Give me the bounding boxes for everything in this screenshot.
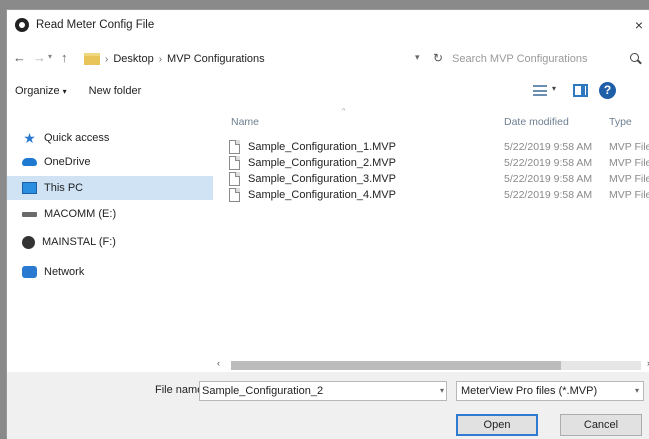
file-date: 5/22/2019 9:58 AM bbox=[504, 189, 593, 201]
title-bar: Read Meter Config File × bbox=[7, 10, 649, 40]
scroll-left-icon[interactable]: ‹ bbox=[217, 358, 220, 368]
search-input[interactable]: Search MVP Configurations bbox=[452, 53, 629, 65]
file-type-value: MeterView Pro files (*.MVP) bbox=[461, 385, 598, 397]
file-row[interactable]: Sample_Configuration_1.MVP 5/22/2019 9:5… bbox=[217, 140, 649, 155]
search-box[interactable]: Search MVP Configurations bbox=[449, 48, 647, 70]
sort-indicator-icon: ^ bbox=[342, 108, 346, 115]
navigation-row: ← → ▾ ↑ › Desktop › MVP Configurations ▾… bbox=[7, 46, 649, 72]
network-icon bbox=[22, 266, 37, 278]
scrollbar-thumb[interactable] bbox=[231, 361, 561, 370]
sidebar-item-onedrive[interactable]: OneDrive bbox=[7, 150, 213, 174]
sidebar-item-macomm-drive[interactable]: MACOMM (E:) bbox=[7, 202, 213, 226]
cancel-button[interactable]: Cancel bbox=[560, 414, 642, 436]
preview-pane-icon[interactable] bbox=[573, 84, 588, 97]
file-date: 5/22/2019 9:58 AM bbox=[504, 141, 593, 153]
organize-label: Organize bbox=[15, 85, 60, 97]
file-icon bbox=[229, 140, 240, 154]
back-arrow-icon[interactable]: ← bbox=[13, 50, 26, 65]
sidebar-item-label: This PC bbox=[44, 182, 84, 194]
file-type-dropdown-icon[interactable]: ▾ bbox=[635, 382, 639, 400]
file-icon bbox=[229, 172, 240, 186]
file-name-value: Sample_Configuration_2 bbox=[202, 385, 324, 397]
up-arrow-icon[interactable]: ↑ bbox=[61, 50, 68, 65]
close-button[interactable]: × bbox=[631, 16, 647, 34]
view-options-chevron-icon[interactable]: ▾ bbox=[552, 84, 556, 93]
file-date: 5/22/2019 9:58 AM bbox=[504, 157, 593, 169]
sidebar-item-label: Quick access bbox=[44, 132, 110, 144]
breadcrumb-mvp-configurations[interactable]: MVP Configurations bbox=[167, 53, 265, 65]
column-header-date-modified[interactable]: Date modified bbox=[504, 116, 569, 128]
sidebar-item-quick-access[interactable]: ★ Quick access bbox=[7, 126, 213, 150]
sidebar-item-network[interactable]: Network bbox=[7, 260, 213, 284]
folder-icon bbox=[84, 53, 100, 65]
organize-button[interactable]: Organize ▾ bbox=[15, 85, 67, 97]
cloud-icon bbox=[22, 158, 37, 166]
file-name-dropdown-icon[interactable]: ▾ bbox=[440, 382, 444, 400]
file-icon bbox=[229, 156, 240, 170]
sidebar-item-mainstal-drive[interactable]: MAINSTAL (F:) bbox=[7, 230, 213, 254]
column-header-name[interactable]: Name bbox=[231, 116, 259, 128]
open-file-dialog: Read Meter Config File × ← → ▾ ↑ › Deskt… bbox=[6, 9, 649, 439]
navigation-pane: ★ Quick access OneDrive This PC MACOMM (… bbox=[7, 108, 213, 366]
file-date: 5/22/2019 9:58 AM bbox=[504, 173, 593, 185]
recent-locations-chevron-icon[interactable]: ▾ bbox=[48, 52, 52, 61]
command-bar: Organize ▾ New folder ▾ ? bbox=[7, 80, 649, 102]
address-dropdown-chevron-icon[interactable]: ▾ bbox=[415, 52, 420, 63]
forward-arrow-icon[interactable]: → bbox=[33, 50, 46, 65]
sidebar-item-label: MAINSTAL (F:) bbox=[42, 236, 116, 248]
file-name: Sample_Configuration_4.MVP bbox=[248, 189, 396, 201]
file-row[interactable]: Sample_Configuration_2.MVP 5/22/2019 9:5… bbox=[217, 156, 649, 171]
breadcrumb-separator-icon: › bbox=[105, 53, 109, 65]
file-icon bbox=[229, 188, 240, 202]
change-view-icon[interactable] bbox=[533, 85, 547, 96]
drive-icon bbox=[22, 211, 37, 217]
sidebar-item-label: OneDrive bbox=[44, 156, 91, 168]
app-icon bbox=[15, 18, 29, 32]
breadcrumb-desktop[interactable]: Desktop bbox=[113, 53, 153, 65]
horizontal-scrollbar[interactable]: ‹ › bbox=[217, 358, 649, 372]
scrollbar-track[interactable] bbox=[231, 361, 641, 370]
file-type: MVP File bbox=[609, 141, 649, 153]
search-icon[interactable] bbox=[629, 52, 643, 66]
file-type: MVP File bbox=[609, 189, 649, 201]
sidebar-item-label: MACOMM (E:) bbox=[44, 208, 117, 220]
window-title: Read Meter Config File bbox=[36, 19, 155, 31]
file-name: Sample_Configuration_3.MVP bbox=[248, 173, 396, 185]
file-name: Sample_Configuration_2.MVP bbox=[248, 157, 396, 169]
open-button[interactable]: Open bbox=[456, 414, 538, 436]
file-type-select[interactable]: MeterView Pro files (*.MVP) ▾ bbox=[456, 381, 644, 401]
file-type: MVP File bbox=[609, 173, 649, 185]
star-icon: ★ bbox=[23, 130, 36, 146]
dialog-footer: File name: Sample_Configuration_2 ▾ Mete… bbox=[7, 372, 649, 439]
disc-icon bbox=[22, 235, 35, 249]
file-type: MVP File bbox=[609, 157, 649, 169]
column-header-type[interactable]: Type bbox=[609, 116, 632, 128]
address-bar[interactable]: › Desktop › MVP Configurations ▾ ↻ bbox=[81, 48, 463, 70]
sidebar-item-this-pc[interactable]: This PC bbox=[7, 176, 213, 200]
sidebar-item-label: Network bbox=[44, 266, 85, 278]
file-row[interactable]: Sample_Configuration_3.MVP 5/22/2019 9:5… bbox=[217, 172, 649, 187]
help-icon[interactable]: ? bbox=[599, 82, 616, 99]
file-name-input[interactable]: Sample_Configuration_2 ▾ bbox=[199, 381, 447, 401]
refresh-icon[interactable]: ↻ bbox=[433, 51, 443, 65]
breadcrumb-separator-icon: › bbox=[158, 53, 163, 65]
file-name: Sample_Configuration_1.MVP bbox=[248, 141, 396, 153]
new-folder-button[interactable]: New folder bbox=[89, 85, 142, 97]
chevron-down-icon: ▾ bbox=[62, 87, 67, 96]
file-row[interactable]: Sample_Configuration_4.MVP 5/22/2019 9:5… bbox=[217, 188, 649, 203]
computer-icon bbox=[22, 182, 37, 194]
file-list: Name ^ Date modified Type Sample_Configu… bbox=[217, 108, 649, 366]
